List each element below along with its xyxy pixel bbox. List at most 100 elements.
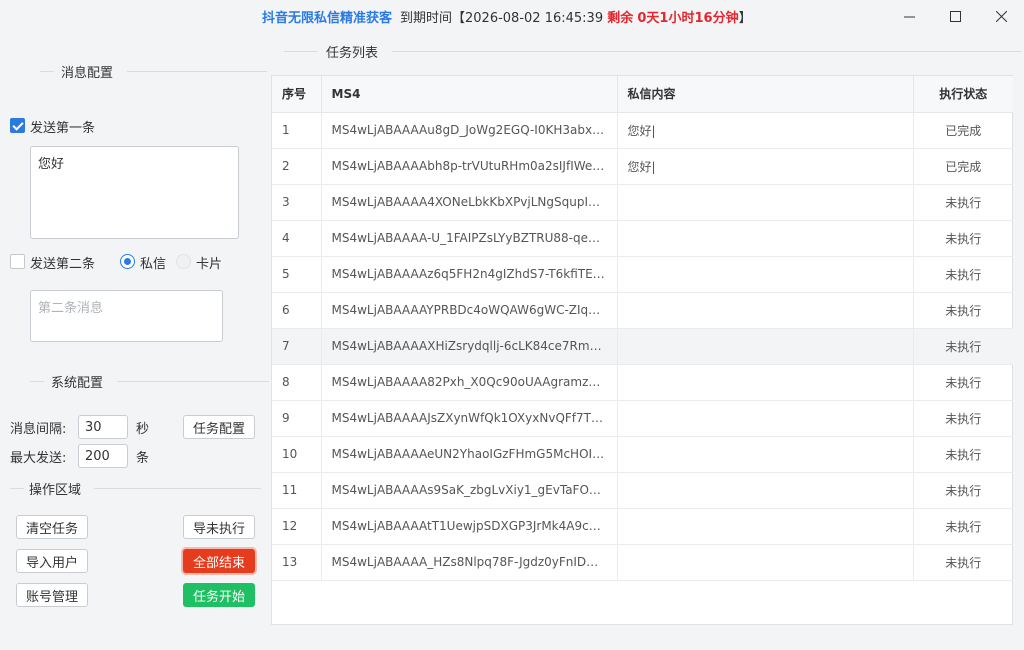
table-row[interactable]: 4 MS4wLjABAAAA-U_1FAIPZsLYyBZTRU88-qe2ydo…	[272, 220, 1013, 257]
radio-private-label: 私信	[140, 257, 167, 272]
minimize-icon	[903, 16, 915, 17]
maximize-button[interactable]	[932, 0, 978, 32]
interval-unit: 秒	[136, 422, 150, 437]
remain-label: 剩余	[607, 11, 634, 26]
cell-content	[617, 544, 914, 581]
cell-no: 8	[272, 364, 322, 401]
system-config-title: 系统配置	[51, 376, 104, 391]
column-header-content[interactable]: 私信内容	[617, 76, 914, 113]
cell-status: 未执行	[913, 544, 1013, 581]
cell-content	[617, 400, 914, 437]
cell-ms4: MS4wLjABAAAAXHiZsrydqllj-6cLK84ce7RmZPOi…	[321, 328, 618, 365]
title-bar: 抖音无限私信精准获客 到期时间【2026-08-02 16:45:39 剩余 0天…	[0, 0, 1024, 32]
second-message-textarea[interactable]	[30, 290, 223, 342]
cell-no: 6	[272, 292, 322, 329]
cell-status: 未执行	[913, 220, 1013, 257]
operations-line-right	[94, 488, 261, 489]
clear-tasks-button[interactable]: 清空任务	[16, 515, 88, 539]
cell-ms4: MS4wLjABAAAAtT1UewjpSDXGP3JrMk4A9ceGmi..…	[321, 508, 618, 545]
cell-no: 3	[272, 184, 322, 221]
maximize-icon	[949, 10, 961, 22]
window-title: 抖音无限私信精准获客 到期时间【2026-08-02 16:45:39 剩余 0天…	[262, 7, 752, 26]
cell-content	[617, 508, 914, 545]
interval-input[interactable]	[78, 415, 128, 439]
task-table-container: 序号 MS4 私信内容 执行状态 1 MS4wLjABAAAAu8gD_JoWg2…	[271, 75, 1013, 625]
task-list-line-left	[284, 51, 318, 52]
cell-content: 您好|	[617, 112, 914, 149]
cell-ms4: MS4wLjABAAAAu8gD_JoWg2EGQ-I0KH3abxmacz..…	[321, 112, 618, 149]
table-row[interactable]: 11 MS4wLjABAAAAs9SaK_zbgLvXiy1_gEvTaFOwnY…	[272, 472, 1013, 509]
operations-title: 操作区域	[29, 483, 82, 498]
cell-ms4: MS4wLjABAAAA_HZs8Nlpq78F-Jgdz0yFnIDD8UIL…	[321, 544, 618, 581]
table-row[interactable]: 1 MS4wLjABAAAAu8gD_JoWg2EGQ-I0KH3abxmacz.…	[272, 112, 1013, 149]
cell-status: 未执行	[913, 328, 1013, 365]
operations-line-left	[10, 488, 24, 489]
cell-status: 已完成	[913, 148, 1013, 185]
system-config-line-left	[30, 381, 44, 382]
app-name: 抖音无限私信精准获客	[262, 11, 393, 26]
radio-private-message[interactable]	[120, 254, 135, 269]
column-header-no[interactable]: 序号	[272, 76, 322, 113]
table-row[interactable]: 3 MS4wLjABAAAA4XONeLbkKbXPvjLNgSqupI5NikJ…	[272, 184, 1013, 221]
cell-status: 未执行	[913, 400, 1013, 437]
cell-no: 5	[272, 256, 322, 293]
table-row[interactable]: 12 MS4wLjABAAAAtT1UewjpSDXGP3JrMk4A9ceGmi…	[272, 508, 1013, 545]
table-header-row: 序号 MS4 私信内容 执行状态	[272, 76, 1013, 113]
cell-ms4: MS4wLjABAAAA-U_1FAIPZsLYyBZTRU88-qe2ydok…	[321, 220, 618, 257]
column-header-status[interactable]: 执行状态	[913, 76, 1013, 113]
task-table: 序号 MS4 私信内容 执行状态 1 MS4wLjABAAAAu8gD_JoWg2…	[272, 76, 1013, 581]
cell-no: 9	[272, 400, 322, 437]
cell-status: 未执行	[913, 292, 1013, 329]
cell-no: 4	[272, 220, 322, 257]
cell-no: 12	[272, 508, 322, 545]
expire-close-bracket: 】	[738, 11, 752, 26]
cell-ms4: MS4wLjABAAAA82Pxh_X0Qc90oUAAgramzcO5Uz..…	[321, 364, 618, 401]
export-unexecuted-button[interactable]: 导未执行	[183, 515, 255, 539]
table-row[interactable]: 2 MS4wLjABAAAAbh8p-trVUtuRHm0a2sIJfIWeTti…	[272, 148, 1013, 185]
table-row[interactable]: 9 MS4wLjABAAAAJsZXynWfQk1OXyxNvQFf7TbUH..…	[272, 400, 1013, 437]
minimize-button[interactable]	[886, 0, 932, 32]
cell-content	[617, 472, 914, 509]
cell-status: 未执行	[913, 436, 1013, 473]
cell-no: 13	[272, 544, 322, 581]
cell-content	[617, 328, 914, 365]
radio-card[interactable]	[176, 254, 191, 269]
close-icon	[995, 10, 1007, 22]
cell-ms4: MS4wLjABAAAAbh8p-trVUtuRHm0a2sIJfIWeTtif…	[321, 148, 618, 185]
cell-ms4: MS4wLjABAAAA4XONeLbkKbXPvjLNgSqupI5NikJ.…	[321, 184, 618, 221]
cell-no: 10	[272, 436, 322, 473]
cell-status: 未执行	[913, 508, 1013, 545]
cell-status: 未执行	[913, 364, 1013, 401]
send-first-checkbox[interactable]	[10, 118, 25, 133]
cell-content	[617, 220, 914, 257]
table-row[interactable]: 5 MS4wLjABAAAAz6q5FH2n4gIZhdS7-T6kfiTElfr…	[272, 256, 1013, 293]
task-config-button[interactable]: 任务配置	[183, 415, 255, 439]
start-task-button[interactable]: 任务开始	[183, 583, 255, 607]
cell-content: 您好|	[617, 148, 914, 185]
table-row[interactable]: 6 MS4wLjABAAAAYPRBDc4oWQAW6gWC-ZIqWhx_...…	[272, 292, 1013, 329]
table-row[interactable]: 13 MS4wLjABAAAA_HZs8Nlpq78F-Jgdz0yFnIDD8U…	[272, 544, 1013, 581]
end-all-button[interactable]: 全部结束	[183, 549, 255, 573]
table-row[interactable]: 7 MS4wLjABAAAAXHiZsrydqllj-6cLK84ce7RmZPO…	[272, 328, 1013, 365]
cell-no: 2	[272, 148, 322, 185]
table-row[interactable]: 10 MS4wLjABAAAAeUN2YhaoIGzFHmG5McHOIIVYII…	[272, 436, 1013, 473]
send-second-checkbox[interactable]	[10, 254, 25, 269]
cell-ms4: MS4wLjABAAAAs9SaK_zbgLvXiy1_gEvTaFOwnYKv…	[321, 472, 618, 509]
column-header-ms4[interactable]: MS4	[321, 76, 618, 113]
import-users-button[interactable]: 导入用户	[16, 549, 88, 573]
max-send-input[interactable]	[78, 444, 128, 468]
cell-ms4: MS4wLjABAAAAz6q5FH2n4gIZhdS7-T6kfiTElfrC…	[321, 256, 618, 293]
remain-value: 0天1小时16分钟	[637, 11, 739, 26]
task-list-line-right	[392, 51, 1022, 52]
cell-status: 未执行	[913, 256, 1013, 293]
cell-content	[617, 364, 914, 401]
cell-status: 未执行	[913, 184, 1013, 221]
send-first-label: 发送第一条	[30, 121, 96, 136]
cell-status: 已完成	[913, 112, 1013, 149]
first-message-textarea[interactable]: 您好	[30, 146, 239, 239]
account-manage-button[interactable]: 账号管理	[16, 583, 88, 607]
task-table-body: 1 MS4wLjABAAAAu8gD_JoWg2EGQ-I0KH3abxmacz.…	[272, 112, 1013, 581]
close-button[interactable]	[978, 0, 1024, 32]
task-list-title: 任务列表	[326, 46, 379, 61]
table-row[interactable]: 8 MS4wLjABAAAA82Pxh_X0Qc90oUAAgramzcO5Uz.…	[272, 364, 1013, 401]
